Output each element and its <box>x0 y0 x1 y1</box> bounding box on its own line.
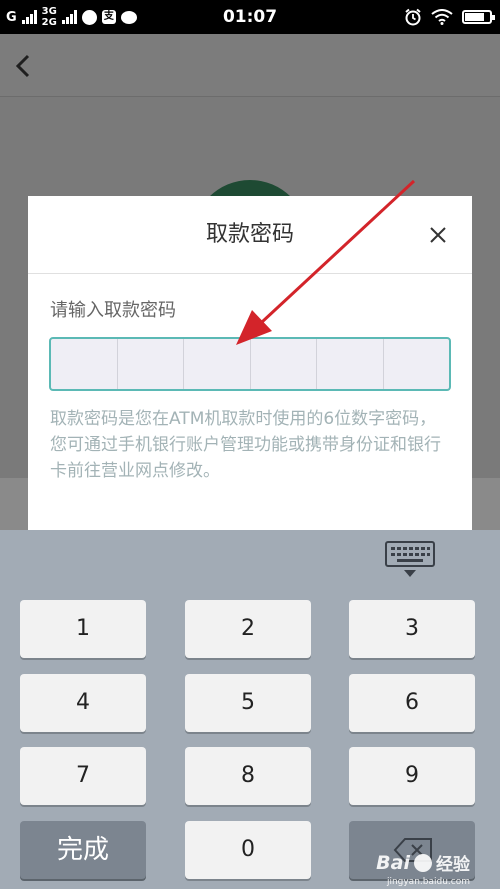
keyboard-hide-icon[interactable] <box>383 540 437 580</box>
watermark-suffix: 经验 <box>436 855 470 875</box>
key-2[interactable]: 2 <box>185 600 311 658</box>
watermark-brand: Bai <box>376 851 410 874</box>
pin-digit-cell[interactable] <box>184 339 251 389</box>
battery-icon <box>462 10 495 24</box>
pin-hint-text: 取款密码是您在ATM机取款时使用的6位数字密码，您可通过手机银行账户管理功能或携… <box>50 409 441 481</box>
pin-digit-cell[interactable] <box>51 339 118 389</box>
key-4[interactable]: 4 <box>20 674 146 732</box>
key-6[interactable]: 6 <box>349 674 475 732</box>
battery-level <box>465 13 485 21</box>
pin-input[interactable] <box>49 337 451 391</box>
pin-digit-cell[interactable] <box>118 339 184 389</box>
numeric-keyboard: 1 2 3 4 5 6 7 8 9 完成 0 <box>0 530 500 889</box>
status-bar: G 3G 2G 支 01:07 <box>0 0 500 34</box>
pin-digit-cell[interactable] <box>384 339 450 389</box>
pin-dialog: 取款密码 请输入取款密码 取款密码是您在ATM机取款时使用的6位数字密码，您可通… <box>28 196 472 532</box>
app-bar <box>0 34 500 97</box>
key-1[interactable]: 1 <box>20 600 146 658</box>
alarm-icon <box>405 8 421 26</box>
status-right <box>404 0 495 34</box>
pin-digit-cell[interactable] <box>251 339 317 389</box>
done-key[interactable]: 完成 <box>20 821 146 879</box>
wifi-icon <box>431 9 453 25</box>
dialog-title: 取款密码 <box>205 222 294 247</box>
key-3[interactable]: 3 <box>349 600 475 658</box>
key-9[interactable]: 9 <box>349 747 475 805</box>
back-arrow-icon[interactable] <box>12 48 40 84</box>
close-icon[interactable] <box>426 223 450 247</box>
watermark-domain: jingyan.baidu.com <box>386 877 470 887</box>
watermark: Bai 经验 jingyan.baidu.com <box>376 850 470 888</box>
pin-prompt-label: 请输入取款密码 <box>50 300 176 321</box>
key-7[interactable]: 7 <box>20 747 146 805</box>
key-5[interactable]: 5 <box>185 674 311 732</box>
paw-icon <box>414 853 432 872</box>
pin-digit-cell[interactable] <box>317 339 384 389</box>
key-8[interactable]: 8 <box>185 747 311 805</box>
dialog-header: 取款密码 <box>28 196 472 274</box>
key-0[interactable]: 0 <box>185 821 311 879</box>
